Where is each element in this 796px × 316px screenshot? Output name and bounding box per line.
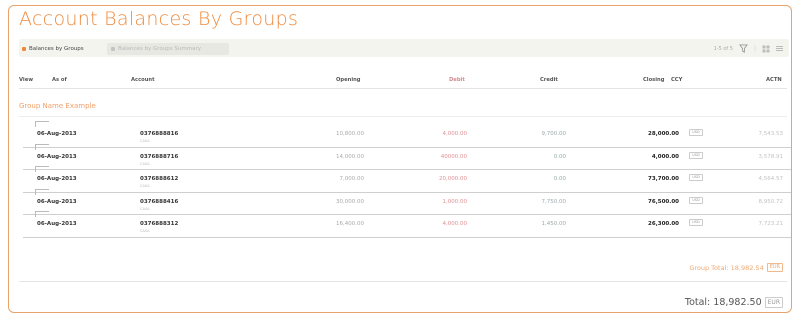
row-debit: 40000.00: [440, 153, 467, 160]
row-account[interactable]: 0376888816: [140, 131, 178, 137]
table-row[interactable]: 06-Aug-2013 0376888612 CASA 7,000.00 20,…: [23, 166, 791, 193]
row-date: 06-Aug-2013: [37, 176, 77, 182]
row-ccy-badge: USD: [689, 151, 703, 159]
row-date: 06-Aug-2013: [37, 198, 77, 205]
row-closing: 73,700.00: [648, 176, 679, 182]
row-opening: 16,400.00: [336, 221, 364, 227]
row-credit: 7,750.00: [541, 198, 567, 205]
row-account-type: CASA: [140, 206, 150, 211]
table-row[interactable]: 06-Aug-2013 0376888716 CASA 14,000.00 40…: [23, 143, 791, 170]
row-date: 06-Aug-2013: [37, 153, 77, 160]
app-window: Account Balances By Groups Balances by G…: [8, 5, 792, 313]
table-row[interactable]: 06-Aug-2013 0376888312 CASA 16,400.00 4,…: [23, 211, 791, 238]
row-ccy-badge: USD: [689, 174, 703, 181]
row-account[interactable]: 0376888416: [140, 199, 178, 205]
row-ccy-badge: USD: [689, 196, 703, 204]
tab-marker-icon: [22, 47, 26, 51]
table-row[interactable]: 06-Aug-2013 0376888816 CASA 10,800.00 4,…: [23, 121, 791, 148]
column-header-as-of[interactable]: As of: [52, 77, 67, 83]
row-date: 06-Aug-2013: [37, 221, 77, 227]
pager-text: 1-5 of 5: [713, 45, 733, 52]
row-closing: 26,300.00: [648, 221, 679, 227]
row-ccy-badge: USD: [689, 129, 703, 136]
group-total-text: Group Total: 18,982.54: [689, 263, 764, 272]
row-credit: 0.00: [553, 176, 566, 182]
column-header-actions[interactable]: ACTN: [766, 77, 782, 83]
row-trailing-value: 8,950.72: [758, 198, 784, 205]
row-account-type: CASA: [140, 229, 150, 233]
row-date: 06-Aug-2013: [37, 131, 77, 137]
group-total: Group Total: 18,982.54 EUR: [689, 262, 783, 273]
totals-divider: [19, 281, 787, 282]
row-trailing-value: 7,723.21: [758, 221, 784, 227]
row-trailing-value: 7,543.53: [758, 131, 784, 137]
grand-total: Total: 18,982.50 EUR: [685, 295, 783, 309]
tab-balances-by-groups-summary[interactable]: Balances by Groups Summary: [107, 43, 229, 55]
row-debit: 4,000.00: [442, 221, 468, 227]
page-title: Account Balances By Groups: [19, 8, 299, 30]
row-trailing-value: 3,578.91: [758, 153, 784, 160]
row-account[interactable]: 0376888612: [140, 176, 178, 182]
tab-balances-by-groups[interactable]: Balances by Groups: [22, 43, 84, 55]
column-header-view[interactable]: View: [19, 77, 33, 83]
row-trailing-value: 4,564.57: [758, 176, 784, 182]
row-account[interactable]: 0376888716: [140, 154, 178, 160]
tab-label: Balances by Groups Summary: [118, 46, 201, 52]
row-connector: [35, 211, 49, 217]
row-account-type: CASA: [140, 139, 150, 143]
row-ccy-badge: USD: [689, 219, 703, 226]
row-closing: 4,000.00: [651, 153, 679, 160]
group-total-ccy: EUR: [766, 263, 783, 272]
row-connector: [35, 188, 49, 195]
row-connector: [35, 121, 49, 127]
tab-bar: Balances by Groups Balances by Groups Su…: [19, 39, 789, 57]
tab-marker-icon: [111, 47, 115, 51]
row-connector: [35, 143, 49, 150]
row-opening: 30,000.00: [336, 198, 364, 205]
table-toolbar: 1-5 of 5 |: [714, 43, 783, 54]
column-header-credit[interactable]: Credit: [540, 77, 558, 83]
grid-view-icon[interactable]: [762, 45, 770, 53]
row-debit: 4,000.00: [442, 131, 468, 137]
header-divider: [19, 88, 787, 89]
row-debit: 1,000.00: [442, 198, 468, 205]
row-connector: [35, 166, 49, 172]
filter-icon[interactable]: [738, 44, 748, 53]
column-header-closing[interactable]: Closing: [643, 77, 664, 83]
grand-total-ccy: EUR: [764, 296, 783, 308]
row-opening: 7,000.00: [339, 176, 365, 182]
menu-icon[interactable]: [776, 45, 783, 52]
row-opening: 10,800.00: [336, 131, 364, 137]
row-debit: 20,000.00: [439, 176, 467, 182]
column-header-account[interactable]: Account: [131, 77, 155, 83]
row-account-type: CASA: [140, 161, 150, 166]
column-header-opening[interactable]: Opening: [336, 77, 361, 83]
grand-total-text: Total: 18,982.50: [684, 296, 762, 308]
row-account-type: CASA: [140, 184, 150, 188]
row-credit: 1,450.00: [541, 221, 567, 227]
table-row[interactable]: 06-Aug-2013 0376888416 CASA 30,000.00 1,…: [23, 188, 791, 215]
toolbar-divider: |: [753, 45, 756, 52]
tab-label: Balances by Groups: [29, 46, 84, 52]
row-closing: 28,000.00: [648, 131, 679, 137]
row-credit: 0.00: [553, 153, 566, 160]
row-opening: 14,000.00: [336, 153, 364, 160]
column-header-ccy[interactable]: CCY: [671, 77, 682, 83]
row-credit: 9,700.00: [541, 131, 567, 137]
account-rows: 06-Aug-2013 0376888816 CASA 10,800.00 4,…: [23, 121, 791, 238]
group-label[interactable]: Group Name Example: [19, 102, 96, 110]
row-account[interactable]: 0376888312: [140, 221, 178, 227]
row-closing: 76,500.00: [648, 198, 679, 205]
column-header-debit[interactable]: Debit: [449, 77, 465, 83]
group-divider: [19, 116, 787, 117]
